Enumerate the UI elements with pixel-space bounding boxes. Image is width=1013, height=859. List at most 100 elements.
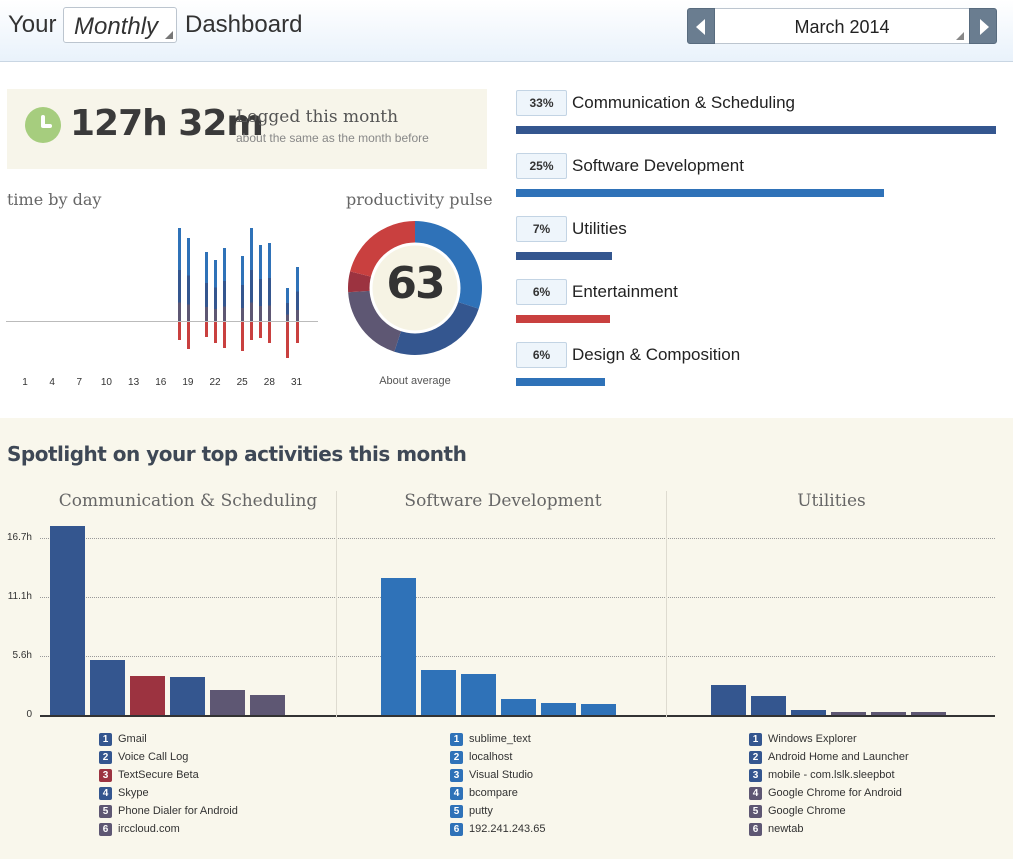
spotlight-bar[interactable] — [501, 699, 536, 715]
category-name[interactable]: Utilities — [572, 219, 627, 239]
day-bar-distracting[interactable] — [295, 322, 299, 343]
category-percent-badge: 6% — [516, 279, 567, 305]
day-bar[interactable] — [268, 242, 272, 321]
category-name[interactable]: Communication & Scheduling — [572, 93, 795, 113]
day-bar[interactable] — [223, 248, 227, 321]
spotlight-bar[interactable] — [791, 709, 826, 715]
category-bar[interactable] — [516, 189, 885, 197]
spotlight-bar[interactable] — [541, 703, 576, 715]
period-select[interactable]: Monthly — [63, 7, 177, 43]
category-row[interactable]: 33% Communication & Scheduling — [516, 90, 996, 150]
spotlight-legend-item[interactable]: 4 bcompare — [450, 787, 518, 801]
rank-badge: 4 — [749, 787, 762, 800]
day-bar[interactable] — [250, 227, 254, 321]
category-bar[interactable] — [516, 315, 611, 323]
legend-label: Visual Studio — [469, 769, 534, 781]
spotlight-bar[interactable] — [871, 711, 906, 715]
spotlight-bar[interactable] — [911, 711, 946, 715]
spotlight-legend-item[interactable]: 1 Windows Explorer — [749, 733, 857, 747]
category-row[interactable]: 6% Design & Composition — [516, 342, 996, 402]
day-label: 1 — [22, 377, 28, 388]
spotlight-bar[interactable] — [421, 670, 456, 715]
day-bar[interactable] — [259, 244, 263, 321]
rank-badge: 1 — [99, 733, 112, 746]
category-name[interactable]: Software Development — [572, 156, 744, 176]
spotlight-bar[interactable] — [581, 704, 616, 715]
spotlight-bar[interactable] — [50, 526, 85, 715]
arrow-right-icon — [980, 19, 989, 35]
spotlight-bar[interactable] — [170, 676, 205, 715]
day-bar[interactable] — [186, 237, 190, 321]
spotlight-legend-item[interactable]: 6 irccloud.com — [99, 823, 180, 837]
spotlight-legend-item[interactable]: 2 localhost — [450, 751, 512, 765]
spotlight-legend-item[interactable]: 3 Visual Studio — [450, 769, 533, 783]
day-bar-distracting[interactable] — [177, 322, 181, 340]
day-bar[interactable] — [214, 260, 218, 321]
day-bar-distracting[interactable] — [186, 322, 190, 349]
day-bar[interactable] — [205, 252, 208, 321]
day-bar-distracting[interactable] — [205, 322, 208, 338]
day-bar-distracting[interactable] — [286, 322, 290, 359]
day-label: 13 — [128, 377, 140, 388]
day-bar-distracting[interactable] — [241, 322, 245, 352]
spotlight-legend-item[interactable]: 3 TextSecure Beta — [99, 769, 199, 783]
day-bar-distracting[interactable] — [214, 322, 218, 343]
spotlight-legend-item[interactable]: 2 Voice Call Log — [99, 751, 188, 765]
spotlight-legend-item[interactable]: 6 newtab — [749, 823, 803, 837]
spotlight-bar[interactable] — [130, 675, 165, 715]
day-bar-distracting[interactable] — [250, 322, 254, 340]
day-bar[interactable] — [295, 267, 299, 321]
rank-badge: 3 — [749, 769, 762, 782]
spotlight-legend-item[interactable]: 4 Google Chrome for Android — [749, 787, 902, 801]
category-bar[interactable] — [516, 378, 605, 386]
spotlight-legend-item[interactable]: 1 sublime_text — [450, 733, 531, 747]
spotlight-bar[interactable] — [210, 689, 245, 715]
spotlight-legend-item[interactable]: 5 Phone Dialer for Android — [99, 805, 238, 819]
day-label: 10 — [100, 377, 112, 388]
category-percent-badge: 6% — [516, 342, 567, 368]
spotlight-bar[interactable] — [711, 685, 746, 715]
category-row[interactable]: 25% Software Development — [516, 153, 996, 213]
category-row[interactable]: 6% Entertainment — [516, 279, 996, 339]
category-bar[interactable] — [516, 252, 612, 260]
spotlight-legend-item[interactable]: 2 Android Home and Launcher — [749, 751, 909, 765]
legend-label: Phone Dialer for Android — [118, 805, 238, 817]
spotlight-bar[interactable] — [831, 711, 866, 715]
spotlight-legend-item[interactable]: 6 192.241.243.65 — [450, 823, 545, 837]
rank-badge: 4 — [99, 787, 112, 800]
rank-badge: 4 — [450, 787, 463, 800]
time-by-day-chart[interactable]: 1 4 7 10 13 16 19 22 25 28 31 — [6, 205, 318, 390]
month-select[interactable]: March 2014 — [715, 8, 969, 44]
day-bar-distracting[interactable] — [268, 322, 272, 343]
spotlight-legend-item[interactable]: 4 Skype — [99, 787, 149, 801]
header-dashboard-label: Dashboard — [185, 11, 303, 38]
category-percent-badge: 7% — [516, 216, 567, 242]
category-name[interactable]: Design & Composition — [572, 345, 740, 365]
day-bar-distracting[interactable] — [259, 322, 263, 339]
spotlight-bar[interactable] — [461, 673, 496, 715]
logged-total: 127h 32m — [70, 103, 264, 144]
category-bar[interactable] — [516, 126, 996, 134]
spotlight-legend-item[interactable]: 3 mobile - com.lslk.sleepbot — [749, 769, 895, 783]
spotlight-bar[interactable] — [250, 694, 285, 715]
day-label: 7 — [76, 377, 83, 388]
day-bar[interactable] — [177, 227, 181, 321]
logged-comparison: about the same as the month before — [236, 131, 429, 145]
previous-month-button[interactable] — [687, 8, 715, 44]
spotlight-bar[interactable] — [90, 659, 125, 715]
category-name[interactable]: Entertainment — [572, 282, 678, 302]
next-month-button[interactable] — [969, 8, 997, 44]
category-row[interactable]: 7% Utilities — [516, 216, 996, 276]
spotlight-bar[interactable] — [751, 695, 786, 715]
logged-label: Logged this month — [236, 107, 399, 127]
legend-label: Voice Call Log — [118, 751, 189, 763]
spotlight-legend-item[interactable]: 5 putty — [450, 805, 493, 819]
day-bar[interactable] — [286, 287, 290, 321]
spotlight-legend-item[interactable]: 5 Google Chrome — [749, 805, 846, 819]
spotlight-legend-item[interactable]: 1 Gmail — [99, 733, 147, 747]
day-bar[interactable] — [241, 256, 245, 321]
legend-label: bcompare — [469, 787, 518, 799]
day-bar-distracting[interactable] — [223, 322, 227, 348]
spotlight-bar[interactable] — [381, 578, 416, 715]
category-percent-badge: 25% — [516, 153, 567, 179]
